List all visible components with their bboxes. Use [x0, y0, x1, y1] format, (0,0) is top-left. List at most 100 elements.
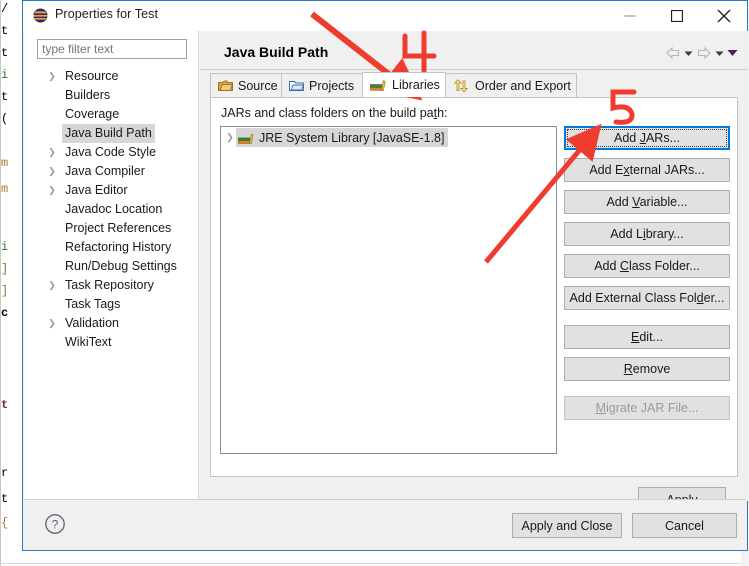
sidebar-item-label: Resource [65, 69, 119, 83]
sidebar-item-validation[interactable]: ❯ Validation [24, 314, 198, 333]
chevron-right-icon[interactable]: ❯ [46, 162, 58, 181]
chevron-right-icon[interactable]: ❯ [224, 127, 236, 147]
edit-button[interactable]: Edit... [564, 325, 730, 349]
sidebar-item-run-debug-settings[interactable]: Run/Debug Settings [24, 257, 198, 276]
back-history-chevron-down-icon[interactable] [684, 50, 693, 57]
sidebar-item-task-repository[interactable]: ❯ Task Repository [24, 276, 198, 295]
sidebar-item-java-code-style[interactable]: ❯ Java Code Style [24, 143, 198, 162]
button-label-post: dit... [639, 330, 663, 344]
sidebar-item-label: WikiText [65, 335, 112, 349]
settings-tree: ❯ Resource Builders Coverage Java Build Path… [24, 67, 198, 352]
chevron-right-icon[interactable]: ❯ [46, 181, 58, 200]
apply-and-close-button[interactable]: Apply and Close [512, 513, 622, 538]
forward-arrow-icon[interactable] [696, 46, 712, 60]
chevron-right-icon[interactable]: ❯ [46, 143, 58, 162]
back-arrow-icon[interactable] [665, 46, 681, 60]
sidebar-item-coverage[interactable]: Coverage [24, 105, 198, 124]
sidebar-item-builders[interactable]: Builders [24, 86, 198, 105]
dialog-footer: ? Apply and Close Cancel [24, 499, 746, 549]
tab-libraries[interactable]: Libraries [362, 72, 446, 97]
dialog-title: Properties for Test [55, 7, 159, 21]
tree-row-jre-system-library[interactable]: ❯ JRE System Library [JavaSE-1.8] [221, 127, 556, 148]
button-label-mnemonic: C [619, 259, 629, 273]
screen: / t t i t ( m m i ] ] c t r t {Properti… [0, 0, 749, 566]
add-jars-button[interactable]: Add JARs... [564, 126, 730, 150]
dialog-titlebar[interactable]: Properties for Test [23, 1, 747, 31]
button-label-mnemonic: M [595, 401, 607, 415]
maximize-button[interactable] [654, 1, 700, 31]
bg-code-frag: ] [1, 284, 9, 298]
sidebar-item-wikitext[interactable]: WikiText [24, 333, 198, 352]
order-export-icon [453, 78, 470, 93]
button-label-pre: Add [594, 259, 620, 273]
sidebar-item-java-compiler[interactable]: ❯ Java Compiler [24, 162, 198, 181]
settings-sidebar: ❯ Resource Builders Coverage Java Build Path… [24, 31, 199, 501]
sidebar-item-javadoc-location[interactable]: Javadoc Location [24, 200, 198, 219]
button-label-pre: Add [613, 131, 640, 145]
cancel-button[interactable]: Cancel [632, 513, 737, 538]
svg-text:?: ? [52, 518, 59, 532]
panel-description-pre: JARs and class folders on the build pa [221, 106, 434, 120]
sidebar-item-label: Coverage [65, 107, 120, 121]
tree-row-label: JRE System Library [JavaSE-1.8] [259, 130, 445, 145]
tab-projects[interactable]: Projects [281, 73, 363, 97]
filter-input[interactable] [37, 39, 187, 59]
history-chevron-down-filled-icon[interactable] [727, 49, 738, 57]
add-library-button[interactable]: Add Library... [564, 222, 730, 246]
bg-code-frag: i [1, 240, 9, 254]
library-action-buttons: Add JARs... Add External JARs... Add Varia… [564, 126, 730, 428]
sidebar-item-java-editor[interactable]: ❯ Java Editor [24, 181, 198, 200]
button-label-post: emove [632, 362, 671, 376]
minimize-button[interactable] [607, 1, 653, 31]
remove-button[interactable]: Remove [564, 357, 730, 381]
jre-library-icon [238, 131, 254, 145]
sidebar-item-label: Javadoc Location [65, 202, 163, 216]
sidebar-item-refactoring-history[interactable]: Refactoring History [24, 238, 198, 257]
help-question-icon[interactable]: ? [44, 513, 66, 535]
chevron-right-icon[interactable]: ❯ [46, 276, 58, 295]
button-label-post: er... [703, 291, 725, 305]
add-external-class-folder-button[interactable]: Add External Class Folder... [564, 286, 730, 310]
migrate-jar-file-button: Migrate JAR File... [564, 396, 730, 420]
sidebar-item-task-tags[interactable]: Task Tags [24, 295, 198, 314]
page-title: Java Build Path [224, 44, 329, 60]
bg-code-frag: t [1, 24, 9, 38]
button-label-mnemonic: V [632, 195, 640, 209]
bg-code-frag: t [1, 492, 9, 506]
button-label-mnemonic: R [623, 362, 633, 376]
sidebar-item-label: Task Repository [65, 278, 154, 292]
add-class-folder-button[interactable]: Add Class Folder... [564, 254, 730, 278]
chevron-right-icon[interactable]: ❯ [46, 67, 58, 86]
add-variable-button[interactable]: Add Variable... [564, 190, 730, 214]
close-button[interactable] [701, 1, 747, 31]
forward-history-chevron-down-icon[interactable] [715, 50, 724, 57]
tab-label: Order and Export [475, 78, 571, 93]
button-label-post: ARs... [645, 131, 680, 145]
button-label-post: brary... [645, 227, 684, 241]
sidebar-item-label: Refactoring History [65, 240, 172, 254]
sidebar-item-label: Run/Debug Settings [65, 259, 177, 273]
build-path-entries-tree[interactable]: ❯ JRE System Library [JavaSE-1.8] [220, 126, 557, 454]
button-label-pre: Add E [589, 163, 624, 177]
button-label-post: lass Folder... [628, 259, 700, 273]
bg-code-frag: c [1, 306, 9, 320]
settings-content: Java Build Path Source Projects Librarie… [200, 31, 748, 512]
chevron-right-icon[interactable]: ❯ [46, 314, 58, 333]
bg-code-frag: ( [1, 112, 9, 126]
sidebar-item-project-references[interactable]: Project References [24, 219, 198, 238]
button-label-pre: Add [606, 195, 633, 209]
tab-source[interactable]: Source [210, 73, 282, 97]
button-label-pre: Add L [610, 227, 643, 241]
tab-order-and-export[interactable]: Order and Export [445, 73, 577, 97]
libraries-tab-panel: JARs and class folders on the build path… [210, 97, 738, 477]
button-label-post: igrate JAR File... [606, 401, 699, 415]
sidebar-item-java-build-path[interactable]: Java Build Path [24, 124, 198, 143]
bg-code-frag: m [1, 182, 9, 196]
add-external-jars-button[interactable]: Add External JARs... [564, 158, 730, 182]
tab-label: Projects [309, 78, 355, 93]
bg-code-frag: r [1, 466, 9, 480]
bg-code-frag: m [1, 156, 9, 170]
sidebar-item-resource[interactable]: ❯ Resource [24, 67, 198, 86]
sidebar-item-label: Java Code Style [65, 145, 157, 159]
sidebar-item-label: Validation [65, 316, 119, 330]
